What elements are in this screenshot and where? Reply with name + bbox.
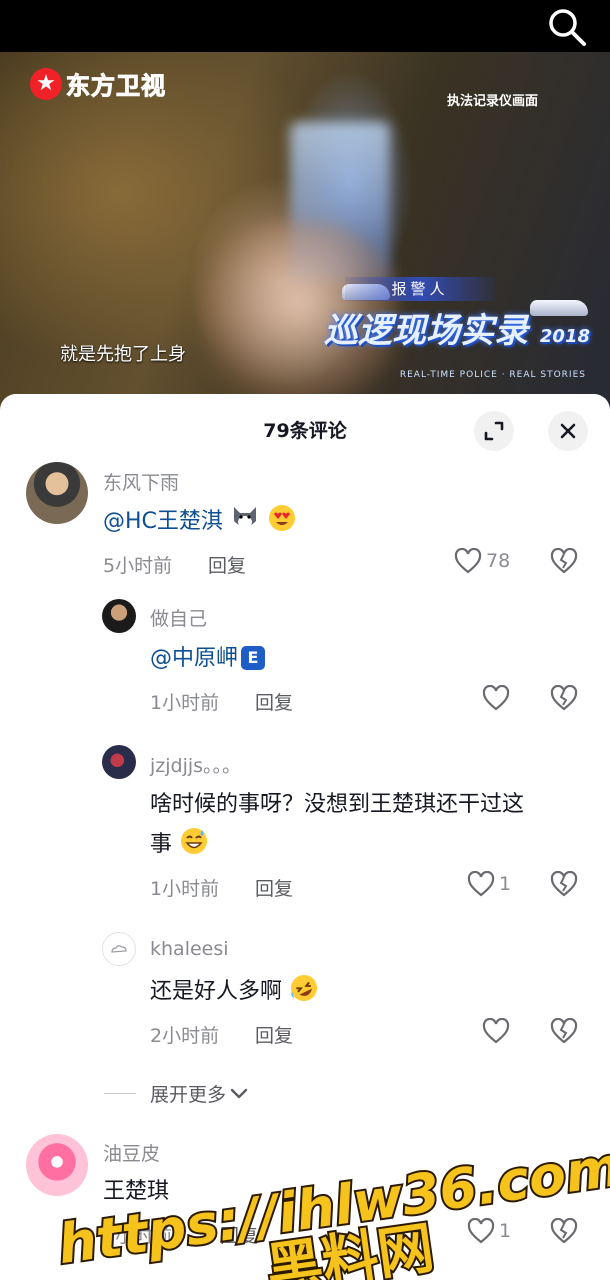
- sweat-smile-emoji-icon: [181, 828, 208, 854]
- reply-button[interactable]: 回复: [255, 688, 293, 715]
- comment-count-title: 79条评论: [263, 420, 347, 442]
- avatar[interactable]: [26, 1134, 88, 1196]
- dislike-icon[interactable]: [550, 871, 578, 897]
- comment-time: 2小时前: [150, 1025, 220, 1047]
- caller-label: 报警人: [345, 277, 495, 301]
- avatar[interactable]: [26, 462, 88, 524]
- video-player[interactable]: ★ 东方卫视 执法记录仪画面 报警人 巡逻现场实录 2018 REAL-TIME…: [0, 52, 610, 412]
- reply-button[interactable]: 回复: [220, 1221, 258, 1248]
- comment-time: 5小时前: [103, 555, 173, 577]
- top-bar: [0, 0, 610, 52]
- comment-username[interactable]: jzjdjjs。。。: [150, 751, 241, 778]
- bodycam-label: 执法记录仪画面: [446, 94, 538, 109]
- show-title-text: 巡逻现场实录: [324, 311, 529, 351]
- heart-icon: [454, 548, 482, 574]
- comment-text: 王楚琪: [103, 1179, 170, 1204]
- mention-link[interactable]: @HC王楚淇: [103, 509, 223, 534]
- comment-text-line2: 事: [150, 825, 209, 865]
- heart-icon: [467, 1218, 495, 1244]
- comment-username[interactable]: 油豆皮: [103, 1139, 160, 1166]
- expand-icon: [484, 421, 504, 441]
- like-button[interactable]: 1: [467, 871, 511, 897]
- avatar[interactable]: [102, 745, 136, 779]
- show-subtitle: REAL-TIME POLICE · REAL STORIES: [399, 370, 586, 380]
- dislike-icon[interactable]: [550, 1218, 578, 1244]
- expand-more-replies[interactable]: 展开更多: [104, 1080, 248, 1107]
- reply-button[interactable]: 回复: [255, 1021, 293, 1048]
- dislike-icon[interactable]: [550, 685, 578, 711]
- show-year: 2018: [539, 326, 590, 347]
- heart-icon: [482, 1018, 510, 1044]
- user-badge: E: [241, 646, 266, 670]
- divider-line: [104, 1093, 136, 1094]
- star-icon: ★: [30, 67, 62, 100]
- husky-emoji-icon: [233, 507, 256, 528]
- mention-link[interactable]: @中原岬: [150, 646, 238, 671]
- dislike-icon[interactable]: [550, 1018, 578, 1044]
- comment-text-body: 还是好人多啊: [150, 979, 283, 1004]
- like-button[interactable]: 1: [467, 1218, 511, 1244]
- comment-sheet: 79条评论 东风下雨 @HC王楚淇 5小时前 回复 78 做自己 @中原岬 E …: [0, 394, 610, 1280]
- comment-time: 1小时前: [103, 1225, 173, 1247]
- heart-icon: [482, 685, 510, 711]
- heart-icon: [467, 871, 495, 897]
- comment-text-tail: 事: [150, 832, 173, 857]
- video-subtitle: 就是先抱了上身: [60, 344, 186, 365]
- reply-button[interactable]: 回复: [255, 874, 293, 901]
- heart-eyes-emoji-icon: [268, 505, 295, 531]
- rofl-emoji-icon: [291, 975, 318, 1001]
- like-count: 78: [486, 550, 511, 572]
- show-title: 巡逻现场实录 2018: [324, 314, 590, 348]
- cloud-icon: [111, 945, 127, 953]
- comment-time: 1小时前: [150, 692, 220, 714]
- comment-text: 啥时候的事呀？没想到王楚琪还干过这: [150, 792, 525, 817]
- comment-username[interactable]: 东风下雨: [103, 468, 179, 495]
- avatar[interactable]: [102, 599, 136, 633]
- expand-more-label: 展开更多: [150, 1084, 227, 1106]
- chevron-down-icon: [230, 1088, 248, 1098]
- dislike-icon[interactable]: [550, 548, 578, 574]
- channel-logo: ★ 东方卫视: [30, 66, 166, 101]
- comment-text: @HC王楚淇: [103, 502, 297, 542]
- comment-username[interactable]: khaleesi: [150, 938, 229, 960]
- close-icon: [560, 423, 576, 439]
- comment-time: 1小时前: [150, 878, 220, 900]
- like-button[interactable]: [482, 1018, 510, 1044]
- comment-text: @中原岬 E: [150, 639, 266, 679]
- like-count: 1: [499, 1220, 512, 1242]
- like-count: 1: [499, 873, 512, 895]
- avatar[interactable]: [102, 932, 136, 966]
- reply-button[interactable]: 回复: [208, 551, 246, 578]
- like-button[interactable]: 78: [454, 548, 510, 574]
- like-button[interactable]: [482, 685, 510, 711]
- close-button[interactable]: [548, 411, 588, 451]
- search-icon[interactable]: [546, 6, 588, 48]
- comment-text: 还是好人多啊: [150, 972, 319, 1012]
- expand-button[interactable]: [474, 411, 514, 451]
- comment-username[interactable]: 做自己: [150, 604, 207, 631]
